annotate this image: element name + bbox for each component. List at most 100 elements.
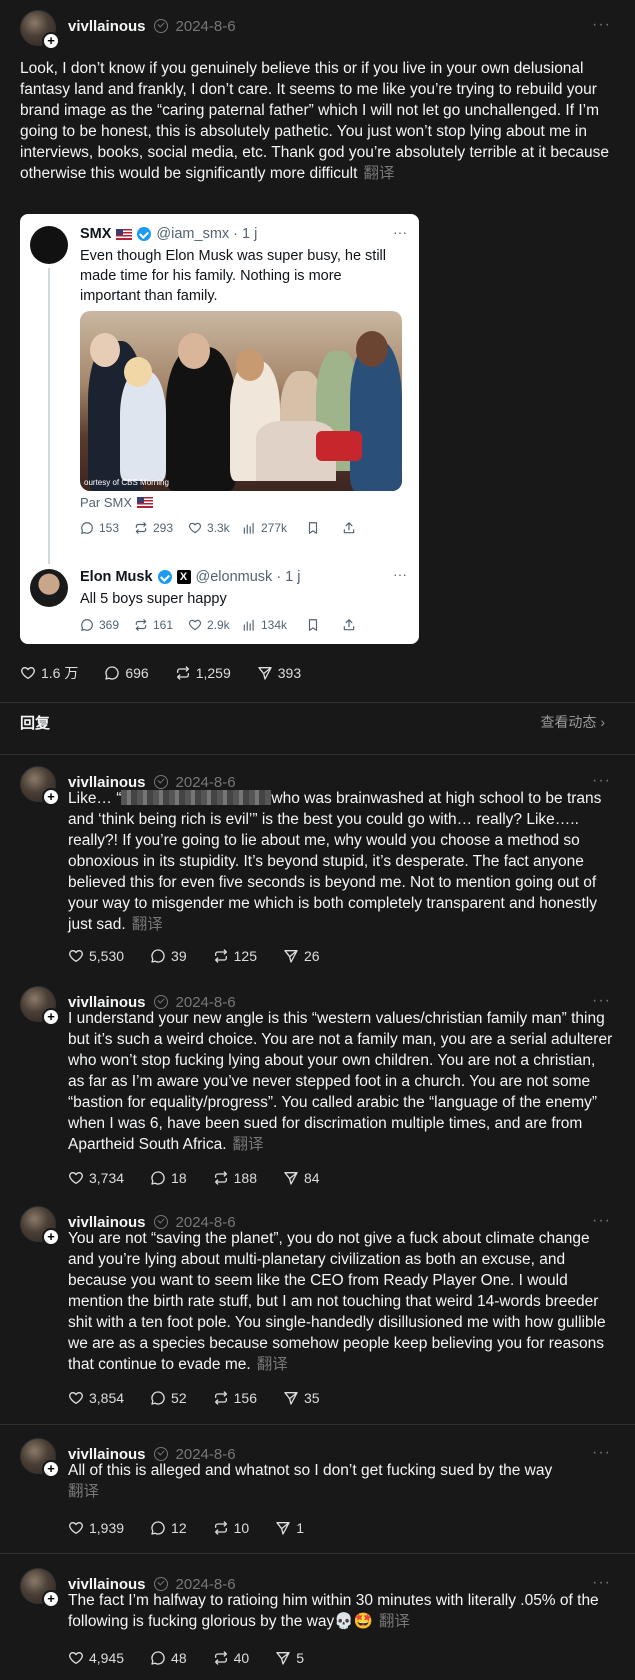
share-button[interactable]: 1 xyxy=(275,1520,304,1536)
follow-plus-icon[interactable]: + xyxy=(42,1008,60,1026)
post-date: 2024-8-6 xyxy=(175,17,236,35)
comment-button[interactable]: 52 xyxy=(150,1390,187,1406)
like-button[interactable]: 1,939 xyxy=(68,1520,124,1536)
share-button[interactable]: 84 xyxy=(283,1170,320,1186)
post-body: I understand your new angle is this “wes… xyxy=(68,1010,613,1153)
tweet-text: Even though Elon Musk was super busy, he… xyxy=(80,248,387,304)
post-body: You are not “saving the planet”, you do … xyxy=(68,1230,606,1373)
reply-count: 369 xyxy=(99,618,120,632)
post-body-end: who was brainwashed at high school to be… xyxy=(68,790,602,933)
follow-plus-icon[interactable]: + xyxy=(42,1590,60,1608)
reply-actions: 3,734 18 188 84 xyxy=(68,1168,346,1188)
avatar[interactable]: + xyxy=(20,10,60,50)
repost-icon xyxy=(213,948,229,964)
repost-button[interactable]: 10 xyxy=(213,1520,249,1536)
send-icon xyxy=(283,948,299,964)
blue-check-icon xyxy=(157,570,172,584)
comment-count: 48 xyxy=(171,1650,187,1666)
tweet-reply: 153 xyxy=(80,521,134,535)
tweet-photo: ourtesy of CBS Morning xyxy=(80,311,402,491)
post-text: I understand your new angle is this “wes… xyxy=(68,1008,613,1155)
heart-icon xyxy=(68,1170,84,1186)
tweet-more-icon: ··· xyxy=(393,566,407,582)
follow-plus-icon[interactable]: + xyxy=(42,1228,60,1246)
verified-icon xyxy=(153,1215,168,1229)
heart-icon xyxy=(188,521,202,535)
avatar[interactable]: + xyxy=(20,986,60,1026)
divider xyxy=(0,1424,635,1425)
comment-button[interactable]: 18 xyxy=(150,1170,187,1186)
heart-icon xyxy=(68,1390,84,1406)
repost-button[interactable]: 188 xyxy=(213,1170,257,1186)
reply-bar: 回复 查看动态 › xyxy=(0,708,635,738)
comment-button[interactable]: 39 xyxy=(150,948,187,964)
elon-avatar xyxy=(30,569,68,607)
views-icon xyxy=(242,521,256,535)
avatar[interactable]: + xyxy=(20,1206,60,1246)
post-text: The fact I’m halfway to ratioing him wit… xyxy=(68,1590,613,1632)
send-icon xyxy=(283,1390,299,1406)
follow-plus-icon[interactable]: + xyxy=(42,32,60,50)
comment-icon xyxy=(150,1170,166,1186)
translate-link[interactable]: 翻译 xyxy=(363,165,394,182)
post-text: All of this is alleged and whatnot so I … xyxy=(68,1460,613,1502)
share-button[interactable]: 26 xyxy=(283,948,320,964)
view-activity-link[interactable]: 查看动态 › xyxy=(540,712,605,732)
tweet-share xyxy=(342,618,362,632)
divider xyxy=(0,1553,635,1554)
heart-icon xyxy=(68,948,84,964)
translate-link[interactable]: 翻译 xyxy=(233,1136,264,1153)
translate-link[interactable]: 翻译 xyxy=(68,1483,99,1500)
repost-count: 125 xyxy=(233,948,257,964)
replies-heading: 回复 xyxy=(20,715,51,732)
follow-plus-icon[interactable]: + xyxy=(42,1460,60,1478)
comment-button[interactable]: 696 xyxy=(104,665,149,681)
share-button[interactable]: 35 xyxy=(283,1390,320,1406)
share-button[interactable]: 393 xyxy=(257,665,301,681)
repost-icon xyxy=(213,1650,229,1666)
repost-button[interactable]: 156 xyxy=(213,1390,257,1406)
repost-count: 40 xyxy=(233,1650,250,1666)
comment-icon xyxy=(104,665,120,681)
retweet-icon xyxy=(134,521,148,535)
repost-count: 156 xyxy=(233,1390,257,1406)
like-button[interactable]: 3,854 xyxy=(68,1390,124,1406)
translate-link[interactable]: 翻译 xyxy=(379,1613,410,1630)
comment-button[interactable]: 12 xyxy=(150,1520,187,1536)
username[interactable]: vivllainous xyxy=(68,18,146,35)
like-button[interactable]: 4,945 xyxy=(68,1650,124,1666)
like-button[interactable]: 5,530 xyxy=(68,948,124,964)
avatar[interactable]: + xyxy=(20,1438,60,1478)
heart-icon xyxy=(68,1520,84,1536)
comment-count: 39 xyxy=(171,948,187,964)
more-options-icon[interactable]: ··· xyxy=(592,16,611,34)
repost-button[interactable]: 1,259 xyxy=(175,665,231,681)
tweet-like: 3.3k xyxy=(188,521,242,535)
repost-button[interactable]: 125 xyxy=(213,948,257,964)
post-body: Look, I don’t know if you genuinely beli… xyxy=(20,60,610,182)
retweet-count: 293 xyxy=(153,521,174,535)
repost-icon xyxy=(213,1520,229,1536)
repost-button[interactable]: 40 xyxy=(213,1650,250,1666)
comment-count: 12 xyxy=(171,1520,187,1536)
comment-icon xyxy=(150,1520,166,1536)
like-button[interactable]: 3,734 xyxy=(68,1170,124,1186)
follow-plus-icon[interactable]: + xyxy=(42,788,60,806)
translate-link[interactable]: 翻译 xyxy=(132,916,163,933)
like-button[interactable]: 1.6 万 xyxy=(20,663,78,683)
translate-link[interactable]: 翻译 xyxy=(257,1356,288,1373)
divider xyxy=(0,702,635,703)
tweet-views: 134k xyxy=(242,618,306,632)
photo-credit: ourtesy of CBS Morning xyxy=(84,478,169,487)
share-icon xyxy=(342,521,356,535)
tweet-reply: 369 xyxy=(80,618,134,632)
verified-icon xyxy=(153,995,168,1009)
retweet-icon xyxy=(134,618,148,632)
avatar[interactable]: + xyxy=(20,766,60,806)
avatar[interactable]: + xyxy=(20,1568,60,1608)
share-button[interactable]: 5 xyxy=(275,1650,304,1666)
tweet1-actions: 153 293 3.3k 277k xyxy=(80,521,405,535)
comment-button[interactable]: 48 xyxy=(150,1650,187,1666)
verified-icon xyxy=(153,1447,168,1461)
comment-icon xyxy=(150,948,166,964)
